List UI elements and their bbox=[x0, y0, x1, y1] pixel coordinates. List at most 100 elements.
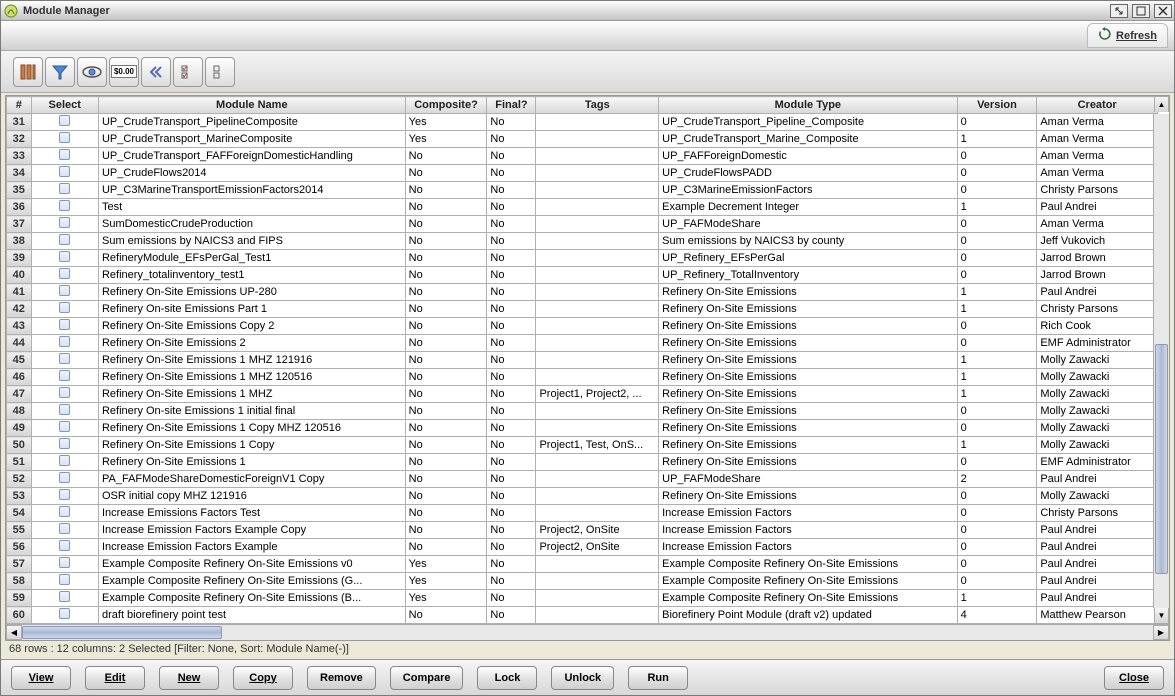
row-select-cell[interactable] bbox=[31, 573, 98, 590]
row-select-cell[interactable] bbox=[31, 437, 98, 454]
col-select[interactable]: Select bbox=[31, 97, 98, 114]
row-select-cell[interactable] bbox=[31, 148, 98, 165]
edit-button[interactable]: Edit bbox=[85, 666, 145, 690]
checkbox-icon[interactable] bbox=[59, 455, 70, 466]
checkbox-icon[interactable] bbox=[59, 523, 70, 534]
checkbox-icon[interactable] bbox=[59, 540, 70, 551]
remove-button[interactable]: Remove bbox=[307, 666, 376, 690]
tool-view-button[interactable] bbox=[77, 57, 107, 87]
checkbox-icon[interactable] bbox=[59, 557, 70, 568]
scroll-left-icon[interactable]: ◀ bbox=[6, 625, 22, 640]
table-row[interactable]: 54Increase Emissions Factors TestNoNoInc… bbox=[7, 505, 1158, 522]
row-select-cell[interactable] bbox=[31, 590, 98, 607]
table-row[interactable]: 58Example Composite Refinery On-Site Emi… bbox=[7, 573, 1158, 590]
table-row[interactable]: 34UP_CrudeFlows2014NoNoUP_CrudeFlowsPADD… bbox=[7, 165, 1158, 182]
checkbox-icon[interactable] bbox=[59, 166, 70, 177]
tool-select-all-button[interactable] bbox=[173, 57, 203, 87]
lock-button[interactable]: Lock bbox=[477, 666, 537, 690]
row-select-cell[interactable] bbox=[31, 301, 98, 318]
row-select-cell[interactable] bbox=[31, 539, 98, 556]
compare-button[interactable]: Compare bbox=[390, 666, 464, 690]
row-select-cell[interactable] bbox=[31, 488, 98, 505]
checkbox-icon[interactable] bbox=[59, 506, 70, 517]
checkbox-icon[interactable] bbox=[59, 234, 70, 245]
checkbox-icon[interactable] bbox=[59, 200, 70, 211]
tool-cost-button[interactable]: $0.00 bbox=[109, 57, 139, 87]
table-row[interactable]: 49Refinery On-Site Emissions 1 Copy MHZ … bbox=[7, 420, 1158, 437]
table-row[interactable]: 45Refinery On-Site Emissions 1 MHZ 12191… bbox=[7, 352, 1158, 369]
checkbox-icon[interactable] bbox=[59, 591, 70, 602]
checkbox-icon[interactable] bbox=[59, 404, 70, 415]
checkbox-icon[interactable] bbox=[59, 251, 70, 262]
tool-deselect-all-button[interactable] bbox=[205, 57, 235, 87]
tool-filter-button[interactable] bbox=[45, 57, 75, 87]
checkbox-icon[interactable] bbox=[59, 353, 70, 364]
row-select-cell[interactable] bbox=[31, 131, 98, 148]
table-row[interactable]: 44Refinery On-Site Emissions 2NoNoRefine… bbox=[7, 335, 1158, 352]
table-row[interactable]: 39RefineryModule_EFsPerGal_Test1NoNoUP_R… bbox=[7, 250, 1158, 267]
table-row[interactable]: 53OSR initial copy MHZ 121916NoNoRefiner… bbox=[7, 488, 1158, 505]
scroll-right-icon[interactable]: ▶ bbox=[1153, 625, 1169, 640]
table-row[interactable]: 43Refinery On-Site Emissions Copy 2NoNoR… bbox=[7, 318, 1158, 335]
row-select-cell[interactable] bbox=[31, 199, 98, 216]
row-select-cell[interactable] bbox=[31, 522, 98, 539]
horizontal-scrollbar[interactable]: ◀ ▶ bbox=[6, 624, 1169, 640]
table-row[interactable]: 50Refinery On-Site Emissions 1 CopyNoNoP… bbox=[7, 437, 1158, 454]
col-tags[interactable]: Tags bbox=[536, 97, 659, 114]
tool-first-button[interactable] bbox=[141, 57, 171, 87]
scroll-up-icon[interactable]: ▲ bbox=[1154, 96, 1169, 112]
checkbox-icon[interactable] bbox=[59, 183, 70, 194]
row-select-cell[interactable] bbox=[31, 386, 98, 403]
run-button[interactable]: Run bbox=[628, 666, 688, 690]
table-row[interactable]: 33UP_CrudeTransport_FAFForeignDomesticHa… bbox=[7, 148, 1158, 165]
table-row[interactable]: 35UP_C3MarineTransportEmissionFactors201… bbox=[7, 182, 1158, 199]
close-button[interactable]: Close bbox=[1104, 666, 1164, 690]
table-row[interactable]: 36TestNoNoExample Decrement Integer1Paul… bbox=[7, 199, 1158, 216]
row-select-cell[interactable] bbox=[31, 505, 98, 522]
row-select-cell[interactable] bbox=[31, 250, 98, 267]
checkbox-icon[interactable] bbox=[59, 438, 70, 449]
row-select-cell[interactable] bbox=[31, 216, 98, 233]
checkbox-icon[interactable] bbox=[59, 421, 70, 432]
checkbox-icon[interactable] bbox=[59, 217, 70, 228]
checkbox-icon[interactable] bbox=[59, 319, 70, 330]
table-row[interactable]: 42Refinery On-site Emissions Part 1NoNoR… bbox=[7, 301, 1158, 318]
view-button[interactable]: View bbox=[11, 666, 71, 690]
checkbox-icon[interactable] bbox=[59, 115, 70, 126]
table-row[interactable]: 55Increase Emission Factors Example Copy… bbox=[7, 522, 1158, 539]
new-button[interactable]: New bbox=[159, 666, 219, 690]
vertical-scrollbar[interactable]: ▲ ▼ bbox=[1153, 114, 1169, 608]
col-module-type[interactable]: Module Type bbox=[659, 97, 957, 114]
scroll-thumb-vertical[interactable] bbox=[1155, 344, 1168, 574]
table-row[interactable]: 40Refinery_totalinventory_test1NoNoUP_Re… bbox=[7, 267, 1158, 284]
col-composite[interactable]: Composite? bbox=[405, 97, 487, 114]
table-row[interactable]: 46Refinery On-Site Emissions 1 MHZ 12051… bbox=[7, 369, 1158, 386]
col-version[interactable]: Version bbox=[957, 97, 1037, 114]
table-row[interactable]: 57Example Composite Refinery On-Site Emi… bbox=[7, 556, 1158, 573]
scroll-down-icon[interactable]: ▼ bbox=[1154, 608, 1169, 624]
table-row[interactable]: 37SumDomesticCrudeProductionNoNoUP_FAFMo… bbox=[7, 216, 1158, 233]
row-select-cell[interactable] bbox=[31, 114, 98, 131]
checkbox-icon[interactable] bbox=[59, 489, 70, 500]
row-select-cell[interactable] bbox=[31, 182, 98, 199]
refresh-button[interactable]: Refresh bbox=[1087, 23, 1168, 48]
table-row[interactable]: 47Refinery On-Site Emissions 1 MHZNoNoPr… bbox=[7, 386, 1158, 403]
checkbox-icon[interactable] bbox=[59, 302, 70, 313]
checkbox-icon[interactable] bbox=[59, 574, 70, 585]
col-number[interactable]: # bbox=[7, 97, 32, 114]
row-select-cell[interactable] bbox=[31, 284, 98, 301]
table-row[interactable]: 56Increase Emission Factors ExampleNoNoP… bbox=[7, 539, 1158, 556]
row-select-cell[interactable] bbox=[31, 454, 98, 471]
row-select-cell[interactable] bbox=[31, 335, 98, 352]
row-select-cell[interactable] bbox=[31, 471, 98, 488]
row-select-cell[interactable] bbox=[31, 267, 98, 284]
row-select-cell[interactable] bbox=[31, 352, 98, 369]
row-select-cell[interactable] bbox=[31, 318, 98, 335]
table-row[interactable]: 51Refinery On-Site Emissions 1NoNoRefine… bbox=[7, 454, 1158, 471]
table-row[interactable]: 32UP_CrudeTransport_MarineCompositeYesNo… bbox=[7, 131, 1158, 148]
checkbox-icon[interactable] bbox=[59, 608, 70, 619]
table-row[interactable]: 60draft biorefinery point testNoNoBioref… bbox=[7, 607, 1158, 624]
table-row[interactable]: 59Example Composite Refinery On-Site Emi… bbox=[7, 590, 1158, 607]
row-select-cell[interactable] bbox=[31, 556, 98, 573]
scroll-thumb-horizontal[interactable] bbox=[22, 626, 222, 639]
